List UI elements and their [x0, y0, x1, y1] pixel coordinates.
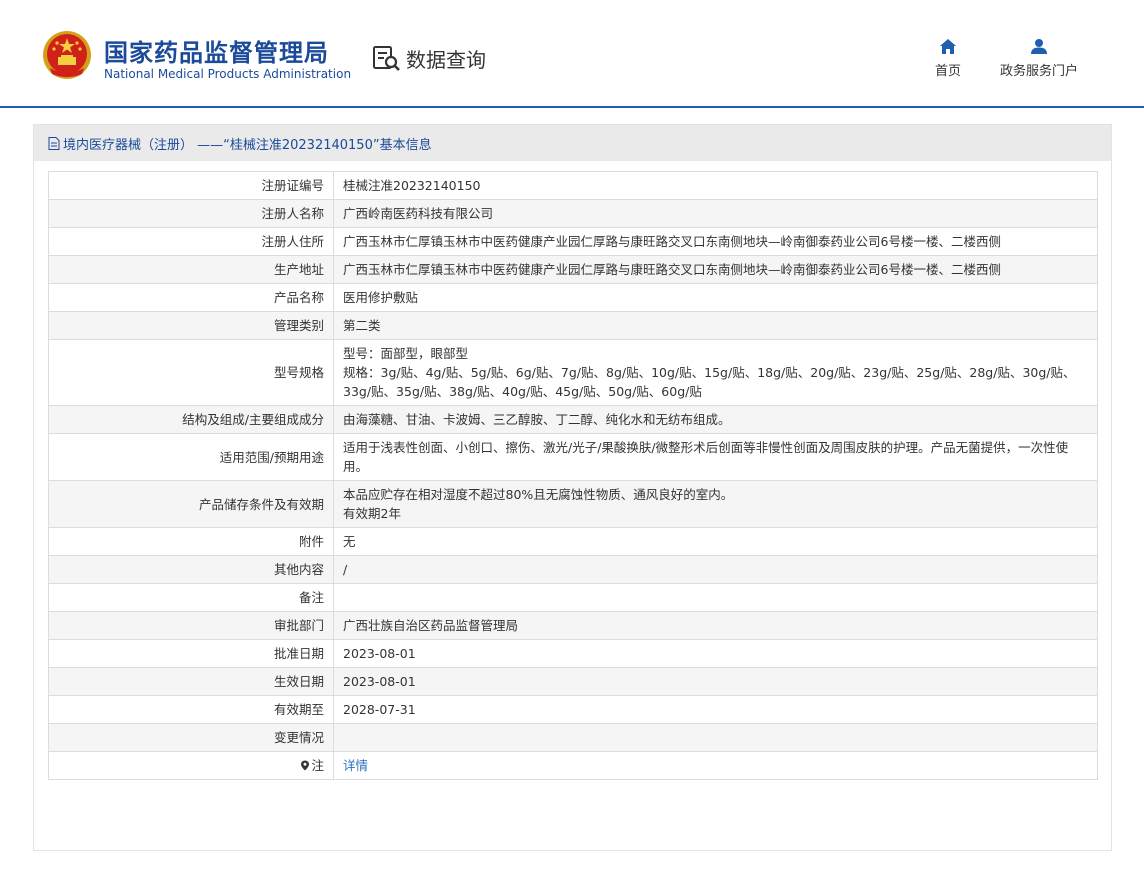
- panel-title: 境内医疗器械（注册） ——“桂械注准20232140150”基本信息: [34, 125, 1111, 161]
- nav-service-label: 政务服务门户: [999, 64, 1078, 79]
- info-panel: 境内医疗器械（注册） ——“桂械注准20232140150”基本信息 注册证编号…: [33, 124, 1112, 851]
- table-row: 注 详情: [48, 751, 1098, 780]
- note-label: 注: [311, 758, 324, 773]
- row-value: /: [333, 555, 1098, 584]
- row-key: 备注: [48, 583, 334, 612]
- document-icon: [48, 136, 60, 150]
- row-value: 2023-08-01: [333, 667, 1098, 696]
- value-line: 适用于浅表性创面、小创口、擦伤、激光/光子/果酸换肤/微整形术后创面等非慢性创面…: [343, 440, 1069, 455]
- row-key: 管理类别: [48, 311, 334, 340]
- table-row: 生效日期 2023-08-01: [48, 667, 1098, 696]
- row-key: 变更情况: [48, 723, 334, 752]
- table-row: 审批部门 广西壮族自治区药品监督管理局: [48, 611, 1098, 640]
- location-pin-icon: [301, 760, 310, 771]
- row-value: 适用于浅表性创面、小创口、擦伤、激光/光子/果酸换肤/微整形术后创面等非慢性创面…: [333, 433, 1098, 481]
- data-search-icon: [373, 46, 400, 71]
- table-row: 注册证编号 桂械注准20232140150: [48, 171, 1098, 200]
- row-key: 其他内容: [48, 555, 334, 584]
- value-line: 用。: [343, 459, 369, 474]
- table-row: 注册人住所 广西玉林市仁厚镇玉林市中医药健康产业园仁厚路与康旺路交叉口东南侧地块…: [48, 227, 1098, 256]
- row-value: 2023-08-01: [333, 639, 1098, 668]
- nav-service-portal[interactable]: 政务服务门户: [998, 38, 1080, 79]
- org-name-en: National Medical Products Administration: [104, 67, 352, 81]
- row-value: [333, 583, 1098, 612]
- row-value: 医用修护敷贴: [333, 283, 1098, 312]
- table-row: 产品储存条件及有效期 本品应贮存在相对湿度不超过80%且无腐蚀性物质、通风良好的…: [48, 480, 1098, 528]
- user-icon: [1031, 39, 1047, 54]
- panel-title-text: 境内医疗器械（注册） ——“桂械注准20232140150”基本信息: [63, 137, 432, 153]
- value-line: 有效期2年: [343, 506, 401, 521]
- table-row: 变更情况: [48, 723, 1098, 752]
- row-key: 生效日期: [48, 667, 334, 696]
- row-value: 本品应贮存在相对湿度不超过80%且无腐蚀性物质、通风良好的室内。 有效期2年: [333, 480, 1098, 528]
- row-value: 2028-07-31: [333, 695, 1098, 724]
- table-row: 其他内容 /: [48, 555, 1098, 584]
- row-value: 广西岭南医药科技有限公司: [333, 199, 1098, 228]
- table-row: 批准日期 2023-08-01: [48, 639, 1098, 668]
- national-emblem-logo[interactable]: [42, 30, 92, 80]
- row-value: 桂械注准20232140150: [333, 171, 1098, 200]
- site-header: 国家药品监督管理局 National Medical Products Admi…: [0, 0, 1144, 108]
- row-key: 注册人名称: [48, 199, 334, 228]
- table-row: 管理类别 第二类: [48, 311, 1098, 340]
- row-value: 广西玉林市仁厚镇玉林市中医药健康产业园仁厚路与康旺路交叉口东南侧地块—岭南御泰药…: [333, 255, 1098, 284]
- row-value: 型号：面部型，眼部型 规格：3g/贴、4g/贴、5g/贴、6g/贴、7g/贴、8…: [333, 339, 1098, 406]
- value-line: 33g/贴、35g/贴、38g/贴、40g/贴、45g/贴、50g/贴、60g/…: [343, 384, 702, 399]
- row-key: 批准日期: [48, 639, 334, 668]
- table-row: 附件 无: [48, 527, 1098, 556]
- table-row: 结构及组成/主要组成成分 由海藻糖、甘油、卡波姆、三乙醇胺、丁二醇、纯化水和无纺…: [48, 405, 1098, 434]
- row-value: 由海藻糖、甘油、卡波姆、三乙醇胺、丁二醇、纯化水和无纺布组成。: [333, 405, 1098, 434]
- nav-home[interactable]: 首页: [932, 38, 964, 79]
- info-table: 注册证编号 桂械注准20232140150 注册人名称 广西岭南医药科技有限公司…: [48, 171, 1098, 780]
- table-row: 适用范围/预期用途 适用于浅表性创面、小创口、擦伤、激光/光子/果酸换肤/微整形…: [48, 433, 1098, 481]
- data-query-label: 数据查询: [406, 47, 486, 72]
- table-row: 生产地址 广西玉林市仁厚镇玉林市中医药健康产业园仁厚路与康旺路交叉口东南侧地块—…: [48, 255, 1098, 284]
- data-query-link[interactable]: 数据查询: [372, 44, 486, 72]
- row-key: 附件: [48, 527, 334, 556]
- row-key: 结构及组成/主要组成成分: [48, 405, 334, 434]
- row-key: 审批部门: [48, 611, 334, 640]
- home-icon: [940, 39, 956, 54]
- row-value: [333, 723, 1098, 752]
- row-value: 详情: [333, 751, 1098, 780]
- row-key: 产品名称: [48, 283, 334, 312]
- detail-link[interactable]: 详情: [343, 758, 368, 773]
- value-line: 规格：3g/贴、4g/贴、5g/贴、6g/贴、7g/贴、8g/贴、10g/贴、1…: [343, 365, 1076, 380]
- row-key: 生产地址: [48, 255, 334, 284]
- nav-home-label: 首页: [934, 64, 961, 79]
- row-value: 广西玉林市仁厚镇玉林市中医药健康产业园仁厚路与康旺路交叉口东南侧地块—岭南御泰药…: [333, 227, 1098, 256]
- value-line: 型号：面部型，眼部型: [343, 346, 469, 361]
- table-row: 注册人名称 广西岭南医药科技有限公司: [48, 199, 1098, 228]
- row-key: 有效期至: [48, 695, 334, 724]
- row-key: 注册人住所: [48, 227, 334, 256]
- row-value: 无: [333, 527, 1098, 556]
- row-key: 产品储存条件及有效期: [48, 480, 334, 528]
- row-key: 注册证编号: [48, 171, 334, 200]
- row-key: 型号规格: [48, 339, 334, 406]
- row-key: 注: [48, 751, 334, 780]
- row-value: 第二类: [333, 311, 1098, 340]
- table-row: 产品名称 医用修护敷贴: [48, 283, 1098, 312]
- table-row: 有效期至 2028-07-31: [48, 695, 1098, 724]
- table-row: 备注: [48, 583, 1098, 612]
- org-name-cn: 国家药品监督管理局: [104, 39, 329, 67]
- row-value: 广西壮族自治区药品监督管理局: [333, 611, 1098, 640]
- table-row: 型号规格 型号：面部型，眼部型 规格：3g/贴、4g/贴、5g/贴、6g/贴、7…: [48, 339, 1098, 406]
- value-line: 本品应贮存在相对湿度不超过80%且无腐蚀性物质、通风良好的室内。: [343, 487, 734, 502]
- row-key: 适用范围/预期用途: [48, 433, 334, 481]
